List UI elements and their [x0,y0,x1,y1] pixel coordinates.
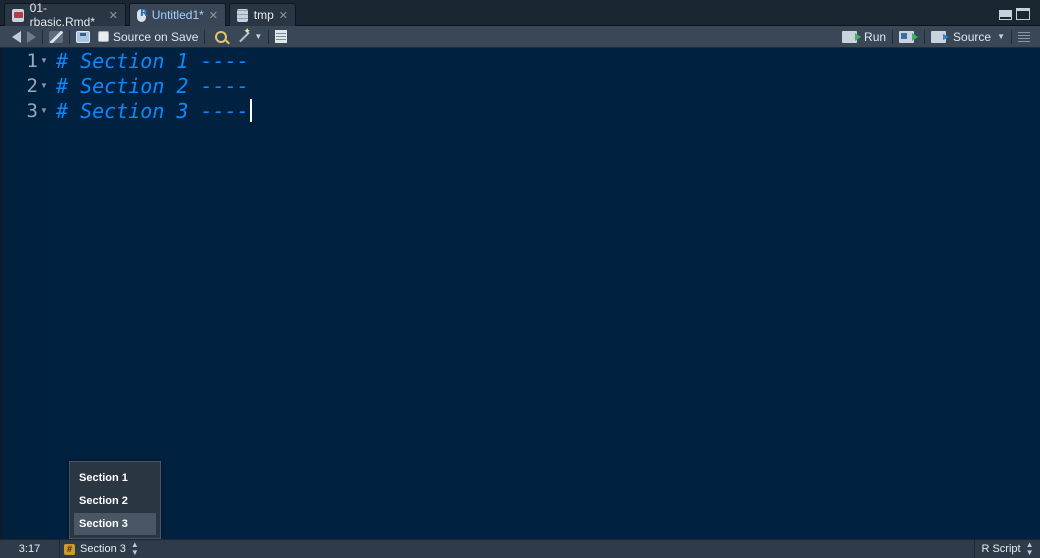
line-number: 3 [26,99,38,122]
source-on-save-toggle[interactable]: Source on Save [98,28,198,46]
run-label: Run [864,29,887,44]
tab-01-rbasic[interactable]: 01-rbasic.Rmd* ✕ [4,1,126,29]
up-down-arrows-icon: ▲ ▼ [130,540,139,557]
arrow-right-icon [27,30,36,43]
save-icon [76,30,90,43]
code-text: # Section 1 ---- [56,48,249,73]
toolbar-divider [204,29,206,44]
code-line[interactable]: 2 ▼ # Section 2 ---- [2,73,1002,98]
r-script-icon [137,8,147,22]
editor-toolbar: Source on Save ▼ Run Source ▼ [0,26,1040,48]
code-line[interactable]: 3 ▼ # Section 3 ---- [2,98,1002,123]
arrow-left-icon [12,30,21,43]
section-icon: # [64,543,75,555]
source-on-save-label: Source on Save [113,29,199,44]
menu-item-section-2[interactable]: Section 2 [74,490,156,512]
rmd-file-icon [12,8,24,22]
code-text: # Section 3 ---- [56,98,249,123]
search-icon [215,30,228,43]
line-number: 1 [26,49,38,72]
toolbar-divider [69,29,70,44]
data-grid-icon [237,8,248,22]
tab-label: Untitled1* [151,8,204,22]
code-text: # Section 2 ---- [56,73,249,98]
report-icon [275,30,288,43]
text-cursor [249,99,252,122]
chevron-down-icon[interactable]: ▼ [997,32,1005,41]
source-icon [931,30,950,43]
save-button[interactable] [76,28,90,46]
up-down-arrows-icon: ▲ ▼ [1025,540,1034,557]
source-on-save-checkbox[interactable] [98,31,109,42]
code-line[interactable]: 1 ▼ # Section 1 ---- [2,48,1002,73]
fold-arrow-icon[interactable]: ▼ [38,56,50,65]
tab-tmp[interactable]: tmp ✕ [229,3,296,26]
toolbar-divider [268,29,270,44]
section-jump-menu: Section 1 Section 2 Section 3 [69,461,161,539]
status-bar: 3:17 # Section 3 ▲ ▼ R Script ▲ ▼ [0,539,1040,558]
tab-label: tmp [253,8,274,22]
close-icon[interactable]: ✕ [209,9,218,22]
section-selector[interactable]: # Section 3 ▲ ▼ [60,541,139,557]
show-in-window-button[interactable] [49,28,63,46]
close-icon[interactable]: ✕ [109,9,118,22]
menu-item-section-3[interactable]: Section 3 [74,513,156,535]
compile-report-button[interactable] [275,28,288,46]
fold-arrow-icon[interactable]: ▼ [38,81,50,90]
cursor-position: 3:17 [0,540,60,558]
source-label: Source [953,29,992,44]
fold-arrow-icon[interactable]: ▼ [38,106,50,115]
source-button[interactable]: Source ▼ [931,28,1005,46]
tab-label: 01-rbasic.Rmd* [29,1,96,29]
maximize-icon[interactable] [1016,8,1030,20]
run-button[interactable]: Run [842,28,886,46]
tab-bar: 01-rbasic.Rmd* ✕ Untitled1* ✕ tmp ✕ [0,0,1040,29]
run-icon [842,30,862,43]
close-icon[interactable]: ✕ [279,9,288,22]
minimize-icon[interactable] [999,10,1012,20]
toolbar-divider [892,29,894,44]
tab-untitled1[interactable]: Untitled1* ✕ [129,3,226,26]
line-number: 2 [26,74,38,97]
current-section-label: Section 3 [80,543,126,555]
code-tools-button[interactable]: ▼ [237,26,263,46]
window-controls [999,8,1030,20]
forward-button[interactable] [27,28,36,46]
find-button[interactable] [215,28,228,46]
back-button[interactable] [12,28,21,46]
file-type-label: R Script [981,543,1021,555]
chevron-down-icon: ▼ [254,32,263,41]
toolbar-divider [924,29,926,44]
go-to-file-icon [49,30,63,43]
menu-item-section-1[interactable]: Section 1 [74,467,156,489]
document-outline-button[interactable] [1018,28,1030,46]
rerun-icon [899,30,919,43]
magic-wand-icon [237,26,251,44]
rerun-button[interactable] [899,28,919,46]
toolbar-divider [42,29,43,44]
file-type-selector[interactable]: R Script ▲ ▼ [974,540,1040,558]
outline-icon [1018,31,1030,42]
toolbar-divider [1011,29,1012,44]
